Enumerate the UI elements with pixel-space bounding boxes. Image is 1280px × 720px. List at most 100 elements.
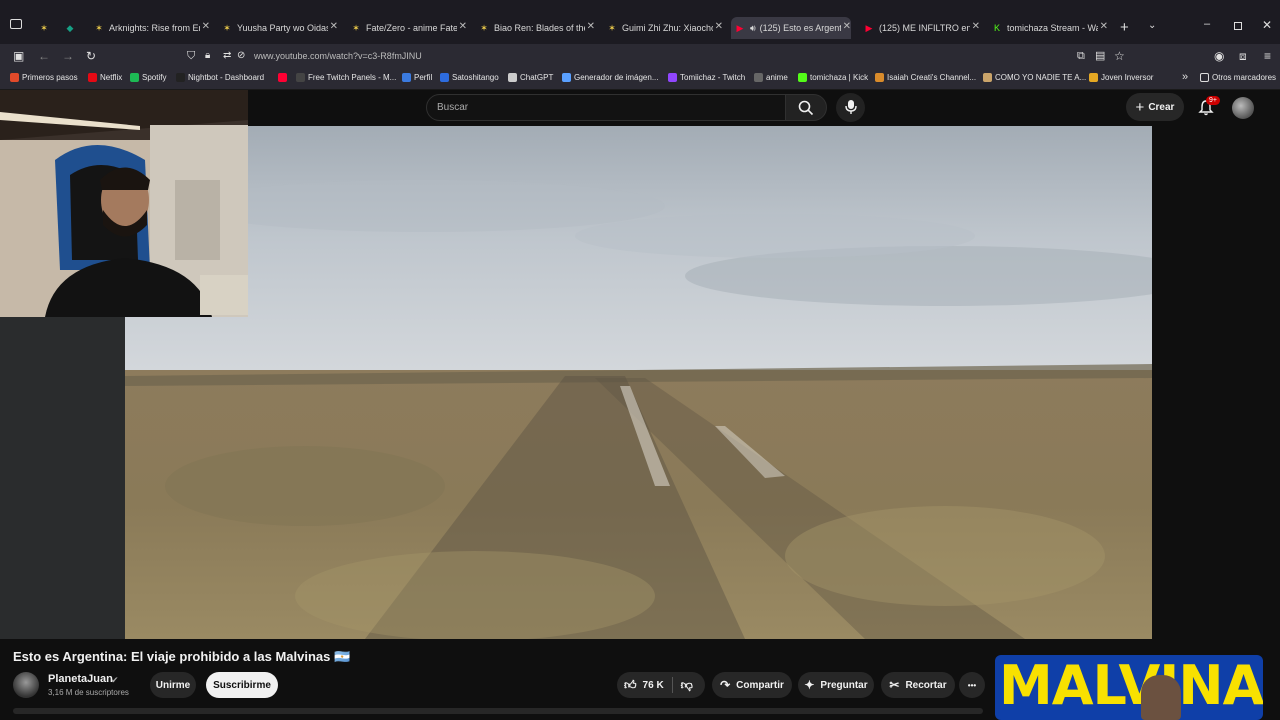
recommended-video-thumbnail[interactable]: MALVINAS (995, 655, 1263, 720)
avatar[interactable] (1232, 97, 1254, 119)
tab-close-icon[interactable]: ✕ (1097, 21, 1108, 32)
bookmark-item[interactable]: tomichaza | Kick (798, 73, 868, 82)
close-window-button[interactable]: ✕ (1262, 18, 1272, 32)
more-actions-button[interactable]: ••• (959, 672, 985, 698)
bookmark-favicon-icon (176, 73, 185, 82)
bookmark-item[interactable] (278, 73, 290, 82)
browser-tab[interactable]: ✶ Yuusha Party wo Oidasar ✕ (218, 17, 338, 39)
bookmark-favicon-icon (754, 73, 763, 82)
bookmark-item[interactable]: Spotify (130, 73, 166, 82)
video-frame (125, 126, 1152, 639)
bookmark-item[interactable]: Joven Inversor (1089, 73, 1153, 82)
browser-tab[interactable]: ✶ Arknights: Rise from Emb ✕ (90, 17, 210, 39)
clip-button[interactable]: ✂ Recortar (881, 672, 955, 698)
bookmark-item[interactable]: Free Twitch Panels - M... (296, 73, 396, 82)
tab-close-icon[interactable]: ✕ (456, 21, 467, 32)
bookmark-item[interactable]: Satoshitango (440, 73, 499, 82)
browser-tab[interactable]: ▶ 🔊︎ (125) Esto es Argenti ✕ (731, 17, 851, 39)
more-bookmarks-chevron-icon[interactable]: » (1182, 71, 1188, 83)
tab-close-icon[interactable]: ✕ (712, 21, 723, 32)
bookmark-label: Joven Inversor (1101, 73, 1154, 82)
sidebar-icon[interactable]: ▣ (13, 44, 24, 68)
notification-badge: 9+ (1206, 96, 1220, 105)
browser-tab[interactable]: ✶ Biao Ren: Blades of the G ✕ (475, 17, 595, 39)
bookmark-star-icon[interactable]: ☆ (1114, 45, 1125, 67)
bookmark-favicon-icon (1089, 73, 1098, 82)
restore-window-button[interactable] (1234, 22, 1242, 30)
thumbs-up-icon: 👍︎ (624, 677, 637, 692)
tab-label: Biao Ren: Blades of the G (494, 23, 595, 33)
thumbnail-text: MALVINAS (999, 655, 1263, 717)
lock-icon[interactable]: 🔒︎ (205, 45, 210, 67)
menu-icon[interactable]: ≡ (1264, 44, 1271, 68)
webcam-overlay (0, 90, 248, 317)
account-icon[interactable]: ◉ (1214, 44, 1224, 68)
tab-label: (125) Esto es Argenti (759, 23, 844, 33)
tracking-shield-icon[interactable]: ⛉ (187, 45, 195, 67)
bookmark-item[interactable]: Isaiah Creati's Channel... (875, 73, 976, 82)
sparkle-icon: ✦ (804, 678, 815, 692)
bookmark-item[interactable]: COMO YO NADIE TE A... (983, 73, 1086, 82)
new-tab-button[interactable]: + (1120, 19, 1129, 36)
thumbs-down-icon[interactable]: 👎︎ (681, 678, 693, 693)
share-label: Compartir (736, 679, 784, 691)
minimize-window-button[interactable]: – (1204, 18, 1210, 30)
search-input[interactable]: Buscar (426, 94, 786, 121)
bookmark-item[interactable]: Perfil (402, 73, 432, 82)
tab-close-icon[interactable]: ✕ (840, 21, 851, 32)
bookmark-label: tomichaza | Kick (810, 73, 869, 82)
bookmark-item[interactable]: Primeros pasos (10, 73, 78, 82)
bookmark-label: Free Twitch Panels - M... (308, 73, 397, 82)
bookmark-item[interactable]: Generador de imágen... (562, 73, 659, 82)
tab-close-icon[interactable]: ✕ (199, 21, 210, 32)
tab-close-icon[interactable]: ✕ (327, 21, 338, 32)
notifications-button[interactable]: 9+ (1196, 96, 1220, 118)
browser-tab[interactable]: ✶ (36, 17, 54, 39)
speaker-icon[interactable]: 🔊︎ (750, 23, 756, 34)
browser-tab[interactable]: ▶ (125) ME INFILTRO en un ✕ (860, 17, 980, 39)
tab-label: Arknights: Rise from Emb (109, 23, 210, 33)
bookmark-item[interactable]: ChatGPT (508, 73, 553, 82)
browser-tab[interactable]: ✶ Fate/Zero - anime Fate/Z ✕ (347, 17, 467, 39)
tab-favicon-icon: ✶ (223, 23, 231, 33)
browser-tab[interactable]: ✶ Guimi Zhi Zhu: Xiaochou ✕ (603, 17, 723, 39)
bookmark-item[interactable]: Tomiichaz - Twitch (668, 73, 745, 82)
tab-close-icon[interactable]: ✕ (584, 21, 595, 32)
url-text[interactable]: www.youtube.com/watch?v=c3-R8fmJINU (254, 51, 422, 61)
extensions-icon[interactable]: ⧈ (1239, 44, 1247, 68)
subscribe-button[interactable]: Suscribirme (206, 672, 278, 698)
forward-icon[interactable]: → (62, 44, 74, 68)
tab-overview-icon[interactable] (10, 19, 22, 29)
browser-tab[interactable]: Ktomichaza Stream - Watc ✕ (988, 17, 1108, 39)
back-icon[interactable]: ← (38, 44, 50, 68)
reload-icon[interactable]: ↻ (86, 44, 96, 68)
bookmark-label: ChatGPT (520, 73, 554, 82)
bookmark-item[interactable]: Netflix (88, 73, 122, 82)
streamer-webcam-image (0, 90, 248, 317)
reader-view-icon[interactable]: ▤ (1095, 45, 1105, 67)
tab-close-icon[interactable]: ✕ (969, 21, 980, 32)
tab-favicon-icon: ▶ (736, 23, 744, 33)
channel-name[interactable]: PlanetaJuan (48, 673, 113, 685)
voice-search-button[interactable] (836, 93, 865, 122)
share-button[interactable]: ↷ Compartir (712, 672, 792, 698)
join-button[interactable]: Unirme (150, 672, 196, 698)
bookmark-favicon-icon (88, 73, 97, 82)
bookmark-item[interactable]: anime (754, 73, 788, 82)
bookmark-label: anime (766, 73, 788, 82)
other-bookmarks-folder[interactable]: Otros marcadores (1200, 73, 1276, 82)
search-button[interactable] (785, 94, 827, 121)
address-bar[interactable]: ⛉ 🔒︎ ⇄ ⊘ www.youtube.com/watch?v=c3-R8fm… (182, 45, 1132, 67)
like-button[interactable]: 👍︎ 76 K (624, 678, 664, 693)
channel-avatar[interactable] (13, 672, 39, 698)
create-button[interactable]: + Crear (1126, 93, 1184, 121)
tab-list-chevron-icon[interactable]: ⌄ (1148, 20, 1156, 31)
permissions-icon[interactable]: ⇄ (223, 45, 231, 67)
bookmark-item[interactable]: Nightbot - Dashboard (176, 73, 264, 82)
browser-tab[interactable]: ◆ (62, 17, 80, 39)
like-count: 76 K (642, 679, 664, 691)
pip-icon[interactable]: ⧉ (1077, 45, 1085, 67)
ask-button[interactable]: ✦ Preguntar (798, 672, 874, 698)
video-player[interactable] (125, 126, 1152, 639)
camera-blocked-icon[interactable]: ⊘ (237, 45, 245, 67)
